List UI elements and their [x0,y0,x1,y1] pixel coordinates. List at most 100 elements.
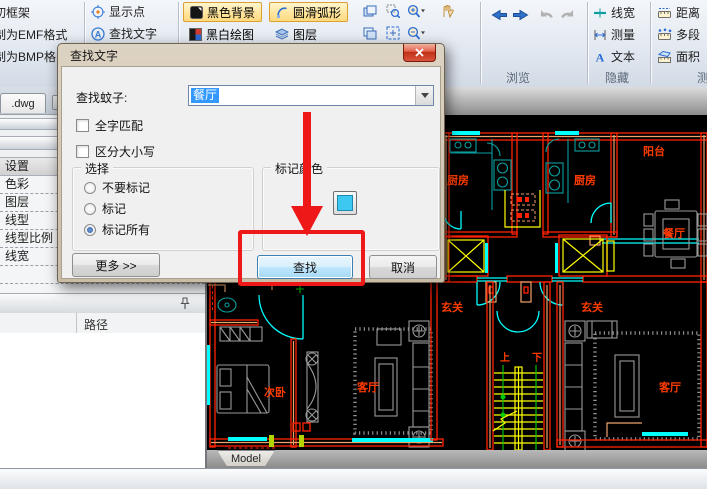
measure-polyline-button[interactable]: 多段 [657,26,700,43]
black-background-icon [190,6,203,19]
match-case-label: 区分大小写 [95,143,155,160]
model-tab[interactable]: Model [217,450,275,467]
room-label-dining: 餐厅 [662,226,685,240]
ribbon-separator [480,2,481,84]
zoom-window-icon[interactable] [383,2,403,20]
svg-text:A: A [596,51,605,64]
ribbon-separator [587,2,588,84]
smooth-arc-toggle[interactable]: 圆滑弧形 [269,2,348,22]
measure-area-label: 面积 [676,48,700,65]
radio-no-mark[interactable]: 不要标记 [84,179,150,196]
left-apartment [207,265,443,448]
zoom-out-icon[interactable] [406,24,426,42]
right-living-room [557,282,707,450]
path-pane-header [0,293,205,314]
bw-drawing-button[interactable]: 黑白绘图 [183,24,260,44]
radio-mark[interactable]: 标记 [84,200,126,217]
close-icon [415,48,424,57]
window-sill [555,131,579,135]
zoom-extents-icon[interactable] [383,24,403,42]
hide-linewidth-label: 线宽 [611,4,635,21]
measure-area-button[interactable]: 面积 [657,48,700,65]
select-group-label: 选择 [81,160,113,177]
area-ruler-icon [657,50,672,63]
menu-item-frame[interactable]: 切框架 [0,4,30,21]
radio-icon [84,203,96,215]
checkbox-icon [76,145,89,158]
smooth-arc-label: 圆滑弧形 [293,4,341,21]
show-point-label: 显示点 [109,3,145,20]
menu-item-bmp[interactable]: 制为BMP格 [0,48,56,65]
smooth-arc-icon [276,6,289,19]
distance-ruler-icon [657,6,672,19]
group-label-measure: 测量 [697,69,707,86]
dialog-title: 查找文字 [70,47,118,64]
cancel-button[interactable]: 取消 [369,255,437,279]
radio-icon [84,182,96,194]
column-divider [76,313,77,333]
path-list-empty [0,333,205,468]
layers-icon [275,28,289,41]
measure-distance-label: 距离 [676,4,700,21]
menu-item-emf[interactable]: 制为EMF格式 [0,26,67,43]
mark-color-fill [337,195,353,211]
undo-icon[interactable] [535,5,555,23]
room-label-kitchen1: 厨房 [447,173,469,187]
group-label-hide: 隐藏 [605,69,629,86]
polyline-ruler-icon [657,28,672,41]
elevator-shafts [444,235,614,276]
find-what-value[interactable]: 餐厅 [191,88,219,103]
forward-arrow-icon[interactable] [511,6,531,24]
tile-window-icon[interactable] [360,24,380,42]
zoom-in-icon[interactable] [406,2,426,20]
combo-dropdown-button[interactable] [415,86,433,105]
linewidth-icon [593,7,607,19]
find-text-icon: A [91,27,105,41]
find-text-button[interactable]: A 查找文字 [91,25,157,42]
layers-button[interactable]: 图层 [269,24,323,44]
mark-color-swatch-button[interactable] [333,191,357,215]
measure-icon [593,29,607,41]
whole-word-checkbox[interactable]: 全字匹配 [76,117,143,134]
stairwell [487,282,550,450]
chevron-down-icon [421,93,429,98]
room-label-entry1: 玄关 [441,300,463,314]
app-window: 切框架 制为EMF格式 制为BMP格 显示点 A 查找文字 黑色背景 [0,0,707,489]
radio-mark-all[interactable]: 标记所有 [84,221,150,238]
text-icon: A [593,50,607,63]
walls [443,133,707,282]
stairs-up-label: 上 [500,351,510,364]
ribbon-separator [650,2,651,84]
hide-measure-button[interactable]: 测量 [593,26,635,43]
document-tab-dwg[interactable]: .dwg [0,93,46,113]
more-button[interactable]: 更多 >> [72,253,160,277]
hide-linewidth-button[interactable]: 线宽 [593,4,635,21]
radio-selected-icon [84,224,96,236]
radio-mark-all-label: 标记所有 [102,221,150,238]
find-what-label: 查找蚊子: [76,89,127,106]
hide-text-button[interactable]: A 文本 [593,48,635,65]
show-point-button[interactable]: 显示点 [91,3,145,20]
room-label-entry2: 玄关 [581,300,603,314]
show-point-icon [91,5,105,19]
annotation-arrow-shaft [303,112,311,208]
duct-shaft [505,190,540,227]
black-background-toggle[interactable]: 黑色背景 [183,2,262,22]
pan-hand-icon[interactable] [437,2,457,20]
dialog-close-button[interactable] [403,44,436,62]
stairs-down-label: 下 [532,352,542,364]
pin-icon[interactable] [179,297,191,310]
redo-icon[interactable] [558,5,578,23]
room-label-living2: 客厅 [658,380,681,394]
find-what-combobox[interactable]: 餐厅 [188,85,434,106]
back-arrow-icon[interactable] [489,6,509,24]
hide-text-label: 文本 [611,48,635,65]
match-case-checkbox[interactable]: 区分大小写 [76,143,155,160]
whole-word-label: 全字匹配 [95,117,143,134]
room-label-kitchen2: 厨房 [574,173,596,187]
measure-distance-button[interactable]: 距离 [657,4,700,21]
measure-polyline-label: 多段 [676,26,700,43]
layers-label: 图层 [293,26,317,43]
cascade-window-icon[interactable] [360,2,380,20]
radio-mark-label: 标记 [102,200,126,217]
